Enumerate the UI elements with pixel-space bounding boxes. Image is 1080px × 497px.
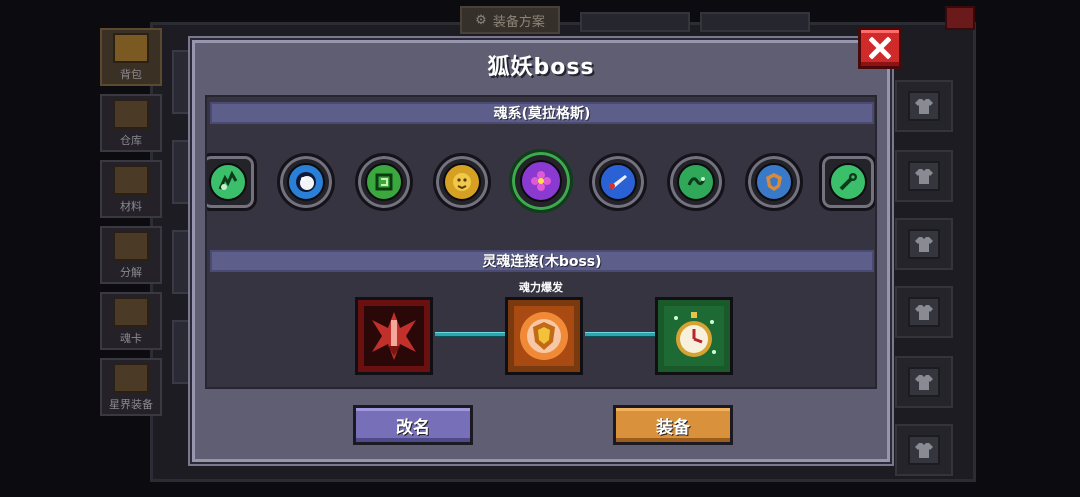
soul-link-slot[interactable] [355,297,433,375]
rune-slot[interactable] [207,153,257,211]
rename-button[interactable]: 改名 [353,405,473,445]
equip-slot[interactable] [895,218,953,270]
tab-label: 星界装备 [109,398,153,411]
item-slot [172,50,190,114]
equip-slot[interactable] [895,286,953,338]
shirt-icon [915,99,933,114]
tab-label: 背包 [120,68,142,81]
rune-slot[interactable] [667,153,725,211]
equip-plan-button[interactable]: ⚙ 装备方案 [460,6,560,34]
tab-label: 材料 [120,200,142,213]
green-stopwatch-icon [664,306,724,366]
chest-icon [113,33,149,63]
rune-slot[interactable] [433,153,491,211]
tab-salvage[interactable]: 分解 [100,226,162,284]
equip-plan-label: 装备方案 [492,14,545,30]
equip-slot[interactable] [895,150,953,202]
close-icon [869,37,891,59]
rune-slot[interactable] [509,149,573,213]
horns-icon [113,363,149,393]
background-close-button[interactable] [945,6,975,30]
soul-link-section-header: 灵魂连接(木boss) [210,250,874,272]
equip-plan-dialog: 狐妖boss 魂系(莫拉格斯) 灵魂连接(木boss) 魂力爆发 改名 装备 [192,40,890,462]
shirt-icon [915,305,933,320]
shirt-icon [915,237,933,252]
dialog-content: 魂系(莫拉格斯) 灵魂连接(木boss) 魂力爆发 [205,95,877,389]
link-connector [435,332,505,337]
soul-link-slot[interactable] [505,297,583,375]
rune-slot[interactable] [819,153,875,211]
red-winged-blade-icon [364,306,424,366]
close-button[interactable] [858,27,902,69]
item-slot [172,140,190,204]
soul-link-chain [207,293,875,379]
green-glyph-rune-icon [375,173,393,191]
top-field [700,12,810,32]
shirt-icon [915,375,933,390]
green-wrench-rune-icon [839,173,857,191]
chest-icon [113,99,149,129]
top-field [580,12,690,32]
green-claw-rune-icon [218,170,238,190]
equip-slot[interactable] [895,80,953,132]
tab-backpack[interactable]: 背包 [100,28,162,86]
item-slot [172,230,190,294]
tab-materials[interactable]: 材料 [100,160,162,218]
tab-label: 魂卡 [120,332,142,345]
card-icon [113,297,149,327]
purple-flower-rune-icon [531,171,551,191]
rune-row [207,149,875,221]
soul-link-slot[interactable] [655,297,733,375]
crate-icon [113,165,149,195]
equip-slot[interactable] [895,356,953,408]
eyeball-rune-icon [296,172,316,192]
gear-icon: ⚙ [475,12,487,28]
link-connector [585,332,655,337]
gold-lion-rune-icon [453,173,471,191]
rune-slot[interactable] [589,153,647,211]
item-slot [172,320,190,384]
blue-blade-rune-icon [609,175,627,189]
dialog-title: 狐妖boss [487,55,595,80]
tab-warehouse[interactable]: 仓库 [100,94,162,152]
rune-section-header: 魂系(莫拉格斯) [210,102,874,124]
tab-label: 仓库 [120,134,142,147]
green-serpent-rune-icon [687,177,706,186]
orange-shield-icon [514,306,574,366]
equip-slot[interactable] [895,424,953,476]
tab-soul-cards[interactable]: 魂卡 [100,292,162,350]
tab-label: 分解 [120,266,142,279]
tab-astral-gear[interactable]: 星界装备 [100,358,162,416]
shirt-icon [915,443,933,458]
anvil-icon [113,231,149,261]
rune-slot[interactable] [745,153,803,211]
rune-slot[interactable] [355,153,413,211]
equip-button[interactable]: 装备 [613,405,733,445]
blue-shield-rune-icon [766,173,782,191]
shirt-icon [915,169,933,184]
rune-slot[interactable] [277,153,335,211]
